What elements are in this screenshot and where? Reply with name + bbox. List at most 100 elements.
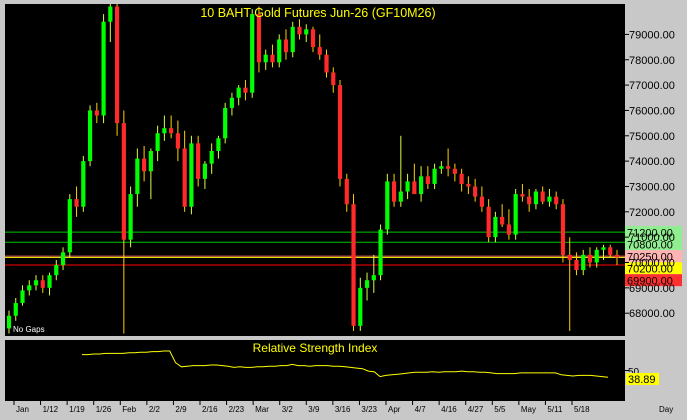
candle-body [398,191,403,202]
candle-body [446,166,451,169]
x-date-label: 5/18 [574,405,590,414]
y-tick-label: 75000.00 [629,131,675,143]
y-tick-label: 68000.00 [629,308,675,320]
x-date-label: 3/16 [335,405,351,414]
x-date-label: 1/12 [43,405,59,414]
candle-body [67,199,72,253]
rsi-title: Relative Strength Index [253,341,378,355]
candle-body [162,128,167,134]
candle-body [358,287,363,326]
y-tick-label: 74000.00 [629,156,675,168]
candle-body [229,97,235,108]
candle-body [81,161,86,207]
x-date-label: 1/26 [96,405,112,414]
candle-body [317,47,322,55]
candle-body [13,303,18,316]
candle-body [385,181,390,230]
candle-body [439,166,444,169]
candle-body [175,133,180,149]
candle-body [209,150,214,164]
candle-body [121,123,126,240]
x-date-label: 2/23 [229,405,245,414]
price-panel [5,4,625,336]
x-date-label: 2/9 [175,405,187,414]
y-tick-label: 69000.00 [629,283,675,295]
candle-body [405,181,410,192]
x-date-label: 3/9 [308,405,320,414]
candle-body [560,204,566,255]
y-tick-label: 71000.00 [629,232,675,244]
candle-body [331,72,336,86]
candle-body [27,285,32,291]
candle-body [378,229,383,276]
candle-body [128,194,133,240]
candle-body [277,39,282,63]
candle-body [182,148,187,207]
y-tick-label: 72000.00 [629,207,675,219]
candle-body [148,150,153,172]
candle-body [412,181,417,195]
candle-body [391,181,397,202]
candle-body [554,196,559,205]
candle-body [169,128,174,134]
x-axis: Jan 1/12 1/19 1/26 Feb 2/2 2/9 2/16 2/23 Mar 3/2 3/… [13,401,590,414]
candle-body [243,87,248,93]
candle-body [594,249,599,263]
candle-body [527,196,532,205]
no-gaps-label: No Gaps [13,325,45,334]
candle-body [452,168,457,174]
candle-body [101,21,106,116]
candle-body [20,290,25,304]
candle-body [6,315,12,329]
candle-body [493,216,498,238]
candle-body [418,176,424,195]
candle-body [608,247,613,255]
candle-body [155,133,160,151]
candle-body [250,14,255,93]
candlestick-chart: 71200.0070800.0070250.0070200.0069900.00… [5,4,682,414]
candle-body [290,26,295,53]
x-date-label: Apr [388,405,401,414]
x-date-label: Jan [16,405,29,414]
candle-body [513,194,518,235]
x-date-label: May [521,405,536,414]
x-date-label: 1/19 [69,405,85,414]
x-date-label: 4/7 [415,405,427,414]
candle-body [60,252,66,266]
y-tick-label: 70000.00 [629,258,675,270]
candle-body [216,138,221,151]
candle-body [425,176,430,184]
candle-body [473,186,478,197]
candle-body [189,143,194,207]
x-date-label: 4/27 [468,405,484,414]
candle-body [364,280,370,288]
period-label: Day [659,405,673,414]
candle-body [601,247,606,250]
candle-body [196,143,201,179]
candle-body [351,204,356,326]
chart-title: 10 BAHT Gold Futures Jun-26 (GF10M26) [200,6,435,20]
candle-body [114,6,120,124]
candle-body [142,158,147,172]
candle-body [371,275,376,281]
candle-body [540,191,545,202]
candle-body [337,85,343,179]
x-date-label: 2/2 [149,405,161,414]
candle-body [459,173,464,184]
candle-body [47,275,52,288]
candle-body [304,29,309,35]
candle-body [108,6,113,22]
candle-body [310,29,316,48]
candle-body [297,26,302,35]
x-date-label: 2/16 [202,405,218,414]
candle-body [533,191,539,205]
candle-body [614,254,620,258]
candle-body [581,254,586,271]
candle-body [263,54,268,63]
chart-window: 71200.00 70800.00 70250.00 70200.00 69900.00… [0,0,687,420]
y-tick-label: 73000.00 [629,181,675,193]
x-date-label: Mar [255,405,269,414]
candle-body [74,199,79,207]
candle-body [520,194,525,197]
candle-body [202,163,208,179]
